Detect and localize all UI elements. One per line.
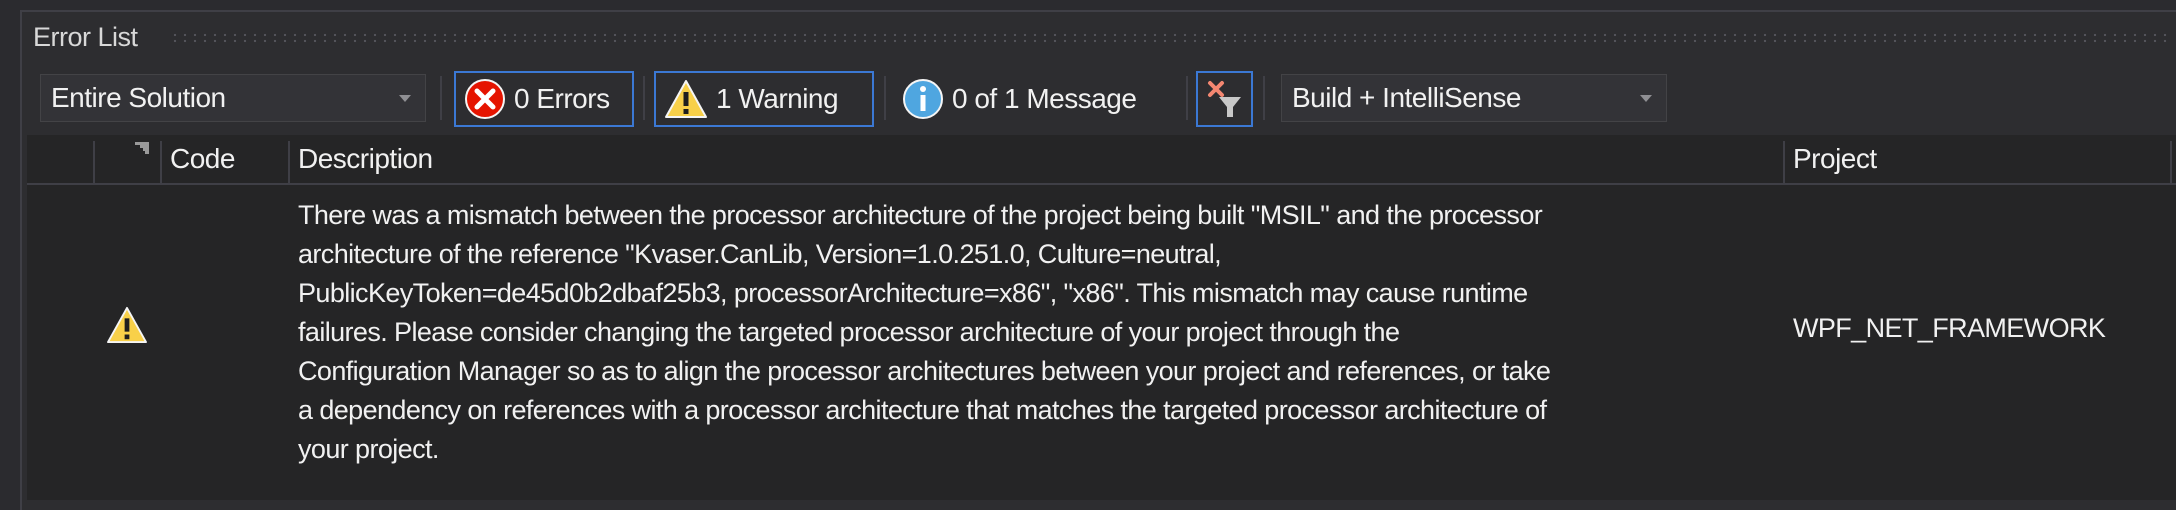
column-separator[interactable] xyxy=(1783,141,1785,185)
warnings-count-label: 1 Warning xyxy=(716,83,839,114)
row-description: There was a mismatch between the process… xyxy=(298,200,1551,464)
toolbar-separator xyxy=(643,76,645,120)
column-header-suppression[interactable] xyxy=(95,135,159,183)
error-icon xyxy=(464,78,506,120)
toolbar-separator xyxy=(440,76,442,120)
column-header-project[interactable]: Project xyxy=(1793,143,1877,175)
chevron-down-icon xyxy=(399,95,411,102)
warning-icon xyxy=(106,306,148,349)
warnings-filter-button[interactable]: 1 Warning xyxy=(654,71,874,127)
errors-count-label: 0 Errors xyxy=(514,83,610,114)
column-separator[interactable] xyxy=(2170,141,2172,185)
table-header: Code Description Project xyxy=(27,135,2176,185)
row-project: WPF_NET_FRAMEWORK xyxy=(1793,313,2106,343)
info-icon xyxy=(902,78,944,120)
toolbar-separator xyxy=(884,76,886,120)
errors-filter-button[interactable]: 0 Errors xyxy=(454,71,634,127)
chevron-down-icon xyxy=(1640,95,1652,102)
column-separator[interactable] xyxy=(288,141,290,185)
toolbar-separator xyxy=(1186,76,1188,120)
scope-dropdown-value: Entire Solution xyxy=(51,82,226,113)
error-list-toolbar: Entire Solution 0 Errors 1 Warning 0 of … xyxy=(0,60,2176,135)
messages-count-label: 0 of 1 Message xyxy=(952,83,1137,114)
panel-drag-grip[interactable] xyxy=(170,32,2170,44)
column-separator[interactable] xyxy=(160,141,162,185)
build-source-dropdown-value: Build + IntelliSense xyxy=(1292,82,1521,113)
messages-filter-button[interactable]: 0 of 1 Message xyxy=(892,71,1172,127)
column-header-code[interactable]: Code xyxy=(170,143,235,175)
sort-indicator-icon xyxy=(135,142,149,161)
warning-icon xyxy=(664,79,708,119)
panel-title: Error List xyxy=(33,22,138,52)
column-header-description[interactable]: Description xyxy=(298,143,433,175)
build-source-dropdown[interactable]: Build + IntelliSense xyxy=(1281,74,1667,122)
clear-filter-button[interactable] xyxy=(1196,71,1253,127)
toolbar-separator xyxy=(1263,76,1265,120)
scope-dropdown[interactable]: Entire Solution xyxy=(40,74,426,122)
clear-filter-icon xyxy=(1205,79,1245,119)
